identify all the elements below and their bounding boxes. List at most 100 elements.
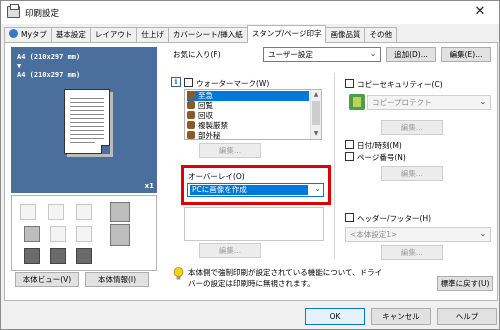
tab-finishing[interactable]: 仕上げ xyxy=(136,27,169,43)
list-item-label: 至急 xyxy=(198,91,213,100)
copy-protect-icon xyxy=(349,94,365,110)
list-item[interactable]: 至急 xyxy=(187,91,309,101)
header-footer-label: ヘッダー/フッター(H) xyxy=(357,214,432,223)
overlay-group-frame xyxy=(184,207,324,241)
tab-label: その他 xyxy=(369,30,392,39)
window-title: 印刷設定 xyxy=(25,9,60,19)
user-auth-icon xyxy=(50,248,66,264)
tab-other[interactable]: その他 xyxy=(364,27,397,43)
tab-stamp-page-print[interactable]: スタンプ/ページ印字 xyxy=(246,25,327,43)
list-item-label: 回収 xyxy=(198,111,213,120)
tab-label: Myタブ xyxy=(21,30,47,39)
notice-line-1: 本体側で強制印刷が設定されている機能について、ドライ xyxy=(188,268,383,277)
preview-arrow: ▼ xyxy=(17,62,22,70)
list-scrollbar[interactable]: ▲ ▼ xyxy=(310,90,321,139)
punch-icon xyxy=(48,204,64,220)
header-footer-edit-button[interactable]: 編集... xyxy=(381,245,443,260)
tab-label: スタンプ/ページ印字 xyxy=(251,29,322,38)
list-item[interactable]: 回覧 xyxy=(187,101,213,111)
preview-original-size: A4 (210x297 mm) xyxy=(17,53,81,61)
tab-basic[interactable]: 基本設定 xyxy=(50,27,91,43)
preview-paper xyxy=(64,89,110,154)
scroll-down-icon[interactable]: ▼ xyxy=(311,129,321,139)
lightbulb-icon xyxy=(173,267,184,280)
list-item[interactable]: 部外秘 xyxy=(187,131,221,140)
copy-security-checkbox[interactable] xyxy=(345,79,354,88)
favorites-value: ユーザー設定 xyxy=(268,50,313,59)
list-item[interactable]: 回収 xyxy=(187,111,213,121)
tray-icon xyxy=(24,226,40,242)
stamp-icon xyxy=(187,91,195,99)
tab-strip: Myタブ 基本設定 レイアウト 仕上げ カバーシート/挿入紙 スタンプ/ページ印… xyxy=(4,25,397,43)
cancel-button[interactable]: キャンセル xyxy=(371,308,431,325)
stamp-icon xyxy=(187,121,195,129)
account-track-icon xyxy=(76,248,92,264)
booklet-icon xyxy=(24,248,40,264)
copy-security-value: コピープロテクト xyxy=(372,98,432,107)
copy-security-edit-button[interactable]: 編集... xyxy=(381,120,443,135)
watermark-label: ウォーターマーク(W) xyxy=(196,79,270,88)
device-info-button[interactable]: 本体情報(I) xyxy=(85,272,149,287)
copy-security-select[interactable]: コピープロテクト ⌄ xyxy=(367,95,491,110)
header-footer-value: <本体設定1> xyxy=(350,230,398,239)
tab-layout[interactable]: レイアウト xyxy=(89,27,138,43)
list-item-label: 部外秘 xyxy=(198,131,221,140)
watermark-list[interactable]: 至急 回覧 回収 複製厳禁 部外秘 ▲ ▼ xyxy=(184,89,322,140)
overlay-select[interactable]: PCに画像を作成 ⌄ xyxy=(187,183,324,197)
stamp-icon xyxy=(187,111,195,119)
overlay-label: オーバーレイ(O) xyxy=(188,172,245,181)
printer-icon xyxy=(7,4,20,18)
header-footer-checkbox[interactable] xyxy=(345,213,354,222)
device-view-button[interactable]: 本体ビュー(V) xyxy=(15,272,79,287)
stamp-icon xyxy=(187,131,195,139)
print-preview: A4 (210x297 mm) ▼ A4 (210x297 mm) x1 xyxy=(11,47,157,193)
tab-label: 基本設定 xyxy=(55,30,86,39)
page-number-checkbox[interactable] xyxy=(345,152,354,161)
overlay-edit-button[interactable]: 編集... xyxy=(199,243,261,258)
copy-security-label: コピーセキュリティー(C) xyxy=(357,80,443,89)
fold-icon xyxy=(76,204,92,220)
info-icon: i xyxy=(171,77,181,87)
list-item-label: 回覧 xyxy=(198,101,213,110)
chevron-down-icon: ⌄ xyxy=(479,97,487,106)
help-button[interactable]: ヘルプ xyxy=(437,308,497,325)
preview-copies: x1 xyxy=(144,182,154,190)
page-number-label: ページ番号(N) xyxy=(357,153,406,162)
tab-image-quality[interactable]: 画像品質 xyxy=(325,27,366,43)
duplex-icon xyxy=(76,226,92,242)
notice-line-2: バーの設定は印刷時に無視されます。 xyxy=(188,279,315,288)
copies-icon xyxy=(50,226,66,242)
ok-button[interactable]: OK xyxy=(305,308,365,325)
tab-my-tab[interactable]: Myタブ xyxy=(4,27,52,43)
overlay-value: PCに画像を作成 xyxy=(190,185,308,195)
tab-label: 仕上げ xyxy=(141,30,164,39)
watermark-checkbox[interactable] xyxy=(184,78,193,87)
tab-cover-sheet[interactable]: カバーシート/挿入紙 xyxy=(167,27,248,43)
tab-label: レイアウト xyxy=(94,30,133,39)
reset-defaults-button[interactable]: 標準に戻す(U) xyxy=(437,276,493,291)
page-number-edit-button[interactable]: 編集... xyxy=(381,166,443,181)
preview-output-size: A4 (210x297 mm) xyxy=(17,71,81,79)
chevron-down-icon: ⌄ xyxy=(479,229,487,238)
list-item[interactable]: 複製厳禁 xyxy=(187,121,228,131)
finisher-icon xyxy=(110,202,130,222)
chevron-down-icon: ⌄ xyxy=(314,184,321,193)
chevron-down-icon: ⌄ xyxy=(369,49,377,58)
list-item-label: 複製厳禁 xyxy=(198,121,228,130)
scroll-thumb[interactable] xyxy=(312,101,320,125)
close-button[interactable]: ✕ xyxy=(467,3,493,21)
tab-label: 画像品質 xyxy=(330,30,361,39)
divider xyxy=(334,73,335,259)
favorites-select[interactable]: ユーザー設定 ⌄ xyxy=(263,47,381,62)
scroll-up-icon[interactable]: ▲ xyxy=(311,90,321,100)
page-fold-icon xyxy=(101,145,110,154)
date-time-checkbox[interactable] xyxy=(345,140,354,149)
favorites-add-button[interactable]: 追加(D)... xyxy=(386,47,436,62)
title-bar: 印刷設定 ✕ xyxy=(1,1,499,24)
print-settings-dialog: 印刷設定 ✕ Myタブ 基本設定 レイアウト 仕上げ カバーシート/挿入紙 スタ… xyxy=(0,0,500,330)
tab-label: カバーシート/挿入紙 xyxy=(172,30,243,39)
watermark-edit-button[interactable]: 編集... xyxy=(199,143,261,158)
header-footer-select[interactable]: <本体設定1> ⌄ xyxy=(345,227,491,242)
favorites-edit-button[interactable]: 編集(E)... xyxy=(441,47,491,62)
staple-icon xyxy=(20,204,36,220)
